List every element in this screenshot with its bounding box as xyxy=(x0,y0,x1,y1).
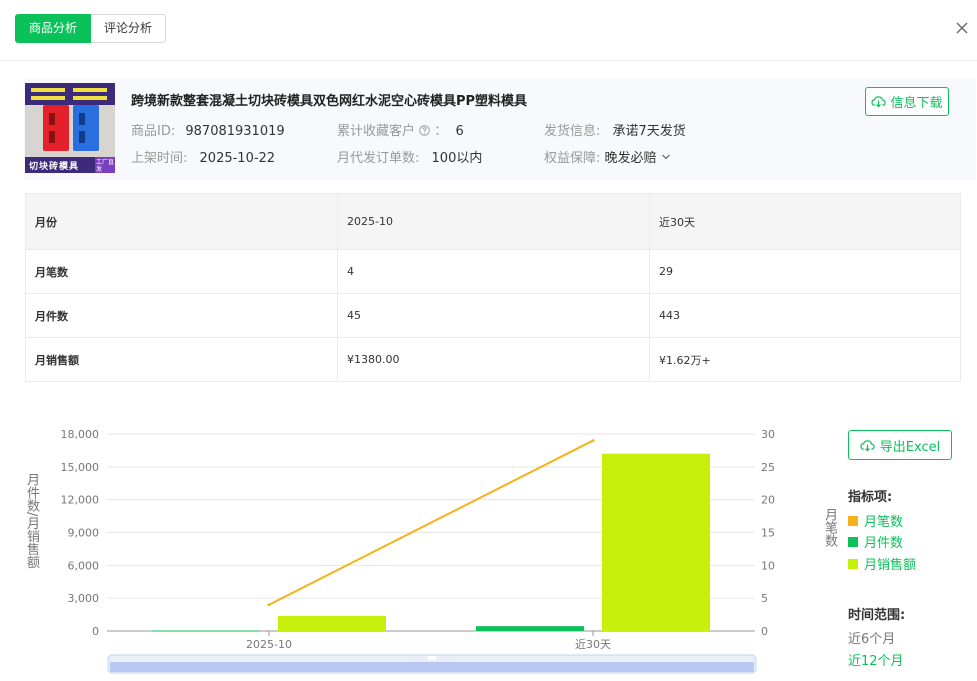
table-cell: ¥1.62万+ xyxy=(649,337,961,382)
table-cell: ¥1380.00 xyxy=(337,337,650,382)
bar-units[interactable] xyxy=(476,626,584,631)
listed-label: 上架时间: xyxy=(131,151,188,166)
table-header-cell: 2025-10 xyxy=(337,193,650,250)
legend-item-orders[interactable]: 月笔数 xyxy=(848,511,903,530)
y-tick-label-right: 10 xyxy=(761,559,775,572)
favorites: 累计收藏客户 ： 6 xyxy=(337,120,464,139)
legend-swatch xyxy=(848,558,858,569)
legend-label: 月件数 xyxy=(864,536,904,551)
line-series-orders xyxy=(268,439,594,606)
table-cell: 4 xyxy=(337,249,650,294)
y-tick-label-left: 12,000 xyxy=(61,494,100,507)
rights-guarantee[interactable]: 权益保障: 晚发必赔 xyxy=(544,147,671,166)
product-thumbnail[interactable]: 切块砖模具 工厂直发 xyxy=(25,83,115,173)
y-tick-label-left: 0 xyxy=(92,625,99,638)
bar-sales[interactable] xyxy=(278,615,386,631)
legend-item-units[interactable]: 月件数 xyxy=(848,532,903,551)
export-excel-label: 导出Excel xyxy=(879,439,941,455)
monthly-orders-label: 月代发订单数: xyxy=(337,151,420,166)
bar-sales[interactable] xyxy=(602,453,710,631)
info-download-button[interactable]: 信息下载 xyxy=(865,87,949,116)
rights-value: 晚发必赔 xyxy=(604,151,657,166)
x-tick-label: 近30天 xyxy=(575,638,611,651)
table-header-row: 月份 2025-10 近30天 xyxy=(25,193,961,250)
y-tick-label-right: 5 xyxy=(761,592,768,605)
table-cell: 45 xyxy=(337,293,650,338)
y-tick-label-right: 25 xyxy=(761,461,775,474)
sales-chart: 0 0 3,000 5 6,000 10 9,000 15 12,000 20 15,000 25 18… xyxy=(61,428,775,674)
data-zoom-fill xyxy=(110,662,754,672)
cloud-download-icon xyxy=(871,96,887,108)
time-range-title: 时间范围: xyxy=(848,608,906,623)
thumb-badge: 工厂直发 xyxy=(96,159,115,173)
product-info-card: 切块砖模具 工厂直发 跨境新款整套混凝土切块砖模具双色网红水泥空心砖模具PP塑料… xyxy=(24,78,976,180)
favorites-separator: ： xyxy=(434,124,448,139)
listed-time: 上架时间: 2025-10-22 xyxy=(131,147,275,166)
rights-label: 权益保障: xyxy=(544,151,601,166)
metrics-title: 指标项: xyxy=(848,490,893,505)
line-point[interactable] xyxy=(267,603,271,607)
listed-value: 2025-10-22 xyxy=(199,151,276,166)
y-tick-label-right: 30 xyxy=(761,428,775,441)
y-tick-label-left: 18,000 xyxy=(61,428,100,441)
y-tick-label-right: 20 xyxy=(761,494,775,507)
monthly-orders-value: 100以内 xyxy=(431,151,483,166)
modal-header: 商品分析 评论分析 xyxy=(0,0,977,61)
table-cell: 29 xyxy=(649,249,961,294)
shipping-info: 发货信息: 承诺7天发货 xyxy=(544,120,686,139)
y-tick-label-left: 15,000 xyxy=(61,461,100,474)
legend-item-sales[interactable]: 月销售额 xyxy=(848,554,916,573)
table-row: 月销售额 ¥1380.00 ¥1.62万+ xyxy=(25,337,961,382)
table-row: 月笔数 4 29 xyxy=(25,249,961,294)
data-zoom-handle[interactable] xyxy=(428,656,436,660)
legend-label: 月销售额 xyxy=(864,558,917,573)
y-tick-label-right: 15 xyxy=(761,527,775,540)
product-title[interactable]: 跨境新款整套混凝土切块砖模具双色网红水泥空心砖模具PP塑料模具 xyxy=(131,90,527,109)
tab-review-analysis[interactable]: 评论分析 xyxy=(91,14,167,43)
thumb-label: 切块砖模具 xyxy=(29,162,80,172)
close-icon[interactable] xyxy=(954,20,970,36)
table-header-cell: 月份 xyxy=(25,193,338,250)
x-tick-label: 2025-10 xyxy=(246,638,292,651)
y-tick-label-left: 6,000 xyxy=(68,559,100,572)
favorites-label: 累计收藏客户 xyxy=(337,124,416,139)
line-point[interactable] xyxy=(591,439,595,443)
stats-table: 月份 2025-10 近30天 月笔数 4 29 月件数 45 443 月销售额… xyxy=(25,193,961,382)
y-tick-label-right: 0 xyxy=(761,625,768,638)
range-option-6-months[interactable]: 近6个月 xyxy=(848,628,895,647)
table-header-cell: 近30天 xyxy=(649,193,961,250)
tab-group: 商品分析 评论分析 xyxy=(15,14,167,43)
table-row: 月件数 45 443 xyxy=(25,293,961,338)
legend-swatch xyxy=(848,536,858,547)
info-download-label: 信息下载 xyxy=(890,96,943,111)
table-cell: 月笔数 xyxy=(25,249,338,294)
chevron-down-icon[interactable] xyxy=(661,152,671,162)
y-axis-title-right: 月笔数 xyxy=(822,508,837,547)
export-excel-button[interactable]: 导出Excel xyxy=(848,430,952,460)
shipping-label: 发货信息: xyxy=(544,124,601,139)
range-option-12-months[interactable]: 近12个月 xyxy=(848,650,904,669)
favorites-value: 6 xyxy=(455,124,464,139)
bar-units[interactable] xyxy=(152,630,260,632)
cloud-download-icon xyxy=(860,439,875,451)
legend-label: 月笔数 xyxy=(864,515,904,530)
table-cell: 月件数 xyxy=(25,293,338,338)
monthly-orders: 月代发订单数: 100以内 xyxy=(337,147,482,166)
product-id-value: 987081931019 xyxy=(185,124,285,139)
table-cell: 月销售额 xyxy=(25,337,338,382)
tab-product-analysis[interactable]: 商品分析 xyxy=(15,14,92,43)
y-tick-label-left: 9,000 xyxy=(68,527,100,540)
legend-swatch xyxy=(848,515,858,526)
question-mark-icon[interactable] xyxy=(419,125,430,136)
shipping-value: 承诺7天发货 xyxy=(612,124,686,139)
y-tick-label-left: 3,000 xyxy=(68,592,100,605)
product-id-label: 商品ID: xyxy=(131,124,176,139)
table-cell: 443 xyxy=(649,293,961,338)
product-id: 商品ID: 987081931019 xyxy=(131,120,285,139)
